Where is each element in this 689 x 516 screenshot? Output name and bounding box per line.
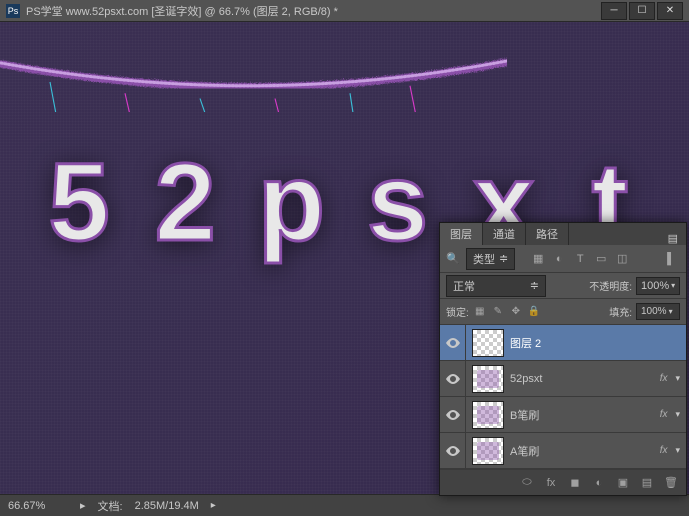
new-layer-icon[interactable]: ▤ [638, 474, 656, 492]
layer-thumbnail[interactable] [472, 437, 504, 465]
fx-badge[interactable]: fx [660, 409, 676, 420]
window-controls: ─ ☐ ✕ [601, 2, 683, 20]
lock-all-icon[interactable]: 🔒 [527, 305, 541, 319]
chevron-down-icon[interactable]: ▾ [675, 445, 686, 456]
layer-item[interactable]: 52psxt fx ▾ [440, 361, 686, 397]
layer-style-icon[interactable]: fx [542, 474, 560, 492]
lock-label: 锁定: [446, 304, 469, 319]
minimize-button[interactable]: ─ [601, 2, 627, 20]
opacity-value: 100% [641, 280, 669, 292]
panel-tabs: 图层 通道 路径 ▤ [440, 223, 686, 245]
filter-smart-icon[interactable]: ◫ [613, 250, 631, 268]
lock-row: 锁定: ▦ ✎ ✥ 🔒 填充: 100% ▾ [440, 299, 686, 325]
chevron-down-icon: ≑ [499, 252, 508, 265]
layer-item[interactable]: A笔刷 fx ▾ [440, 433, 686, 469]
eye-icon [446, 374, 460, 384]
blend-mode-select[interactable]: 正常 ≑ [446, 275, 546, 297]
blend-mode-value: 正常 [453, 278, 475, 294]
visibility-toggle[interactable] [440, 325, 466, 360]
layer-item[interactable]: B笔刷 fx ▾ [440, 397, 686, 433]
filter-shape-icon[interactable]: ▭ [592, 250, 610, 268]
fill-label: 填充: [609, 304, 632, 319]
fx-badge[interactable]: fx [660, 373, 676, 384]
maximize-button[interactable]: ☐ [629, 2, 655, 20]
chevron-down-icon[interactable]: ▾ [675, 409, 686, 420]
doc-menu-caret[interactable]: ▸ [211, 500, 216, 511]
panel-menu-icon[interactable]: ▤ [660, 232, 686, 245]
zoom-level[interactable]: 66.67% [8, 500, 68, 512]
lock-position-icon[interactable]: ✥ [509, 305, 523, 319]
visibility-toggle[interactable] [440, 397, 466, 432]
layer-name[interactable]: A笔刷 [510, 443, 660, 459]
lock-transparency-icon[interactable]: ▦ [473, 305, 487, 319]
layer-name[interactable]: 52psxt [510, 373, 660, 385]
tinsel-garland [0, 52, 507, 112]
filter-icon[interactable]: 🔍 [446, 252, 460, 266]
blend-row: 正常 ≑ 不透明度: 100% ▾ [440, 273, 686, 299]
fx-badge[interactable]: fx [660, 445, 676, 456]
chevron-down-icon: ≑ [530, 279, 539, 292]
layer-name[interactable]: 图层 2 [510, 335, 686, 351]
link-layers-icon[interactable]: ⬭ [518, 474, 536, 492]
layer-type-filter[interactable]: 类型 ≑ [466, 248, 515, 270]
close-button[interactable]: ✕ [657, 2, 683, 20]
eye-icon [446, 446, 460, 456]
eye-icon [446, 338, 460, 348]
filter-pixel-icon[interactable]: ▦ [529, 250, 547, 268]
layer-thumbnail[interactable] [472, 365, 504, 393]
new-group-icon[interactable]: ▣ [614, 474, 632, 492]
lock-pixels-icon[interactable]: ✎ [491, 305, 505, 319]
layer-name[interactable]: B笔刷 [510, 407, 660, 423]
eye-icon [446, 410, 460, 420]
filter-kind-buttons: ▦ ◐ T ▭ ◫ [529, 250, 631, 268]
layer-item[interactable]: 图层 2 [440, 325, 686, 361]
filter-adjustment-icon[interactable]: ◐ [550, 250, 568, 268]
adjustment-layer-icon[interactable]: ◐ [590, 474, 608, 492]
tab-layers[interactable]: 图层 [440, 223, 483, 245]
filter-toggle-switch[interactable]: ▌ [662, 250, 680, 268]
delete-layer-icon[interactable]: 🗑 [662, 474, 680, 492]
app-icon: Ps [6, 4, 20, 18]
layers-panel: 图层 通道 路径 ▤ 🔍 类型 ≑ ▦ ◐ T ▭ ◫ ▌ 正常 ≑ 不透明度:… [439, 222, 687, 496]
layer-mask-icon[interactable]: ◼ [566, 474, 584, 492]
opacity-label: 不透明度: [589, 278, 632, 293]
chevron-down-icon: ▾ [669, 307, 673, 316]
opacity-input[interactable]: 100% ▾ [636, 277, 680, 295]
type-filter-label: 类型 [473, 251, 495, 267]
doc-size-label: 文档: [98, 498, 123, 514]
layer-thumbnail[interactable] [472, 329, 504, 357]
panel-footer: ⬭ fx ◼ ◐ ▣ ▤ 🗑 [440, 469, 686, 495]
filter-type-icon[interactable]: T [571, 250, 589, 268]
tab-channels[interactable]: 通道 [483, 223, 526, 245]
doc-size-value: 2.85M/19.4M [135, 500, 199, 512]
layer-list: 图层 2 52psxt fx ▾ B笔刷 fx ▾ A笔刷 fx ▾ [440, 325, 686, 469]
lock-icons: ▦ ✎ ✥ 🔒 [473, 305, 541, 319]
document-title: PS学堂 www.52psxt.com [圣诞字效] @ 66.7% (图层 2… [26, 3, 601, 19]
fill-value: 100% [641, 306, 667, 317]
fill-input[interactable]: 100% ▾ [636, 303, 680, 320]
visibility-toggle[interactable] [440, 433, 466, 468]
chevron-down-icon: ▾ [671, 281, 675, 290]
chevron-down-icon[interactable]: ▾ [675, 373, 686, 384]
layer-thumbnail[interactable] [472, 401, 504, 429]
tab-paths[interactable]: 路径 [526, 223, 569, 245]
expand-icon[interactable]: ▸ [80, 499, 86, 512]
visibility-toggle[interactable] [440, 361, 466, 396]
statusbar: 66.67% ▸ 文档: 2.85M/19.4M ▸ [0, 494, 689, 516]
filter-row: 🔍 类型 ≑ ▦ ◐ T ▭ ◫ ▌ [440, 245, 686, 273]
titlebar: Ps PS学堂 www.52psxt.com [圣诞字效] @ 66.7% (图… [0, 0, 689, 22]
